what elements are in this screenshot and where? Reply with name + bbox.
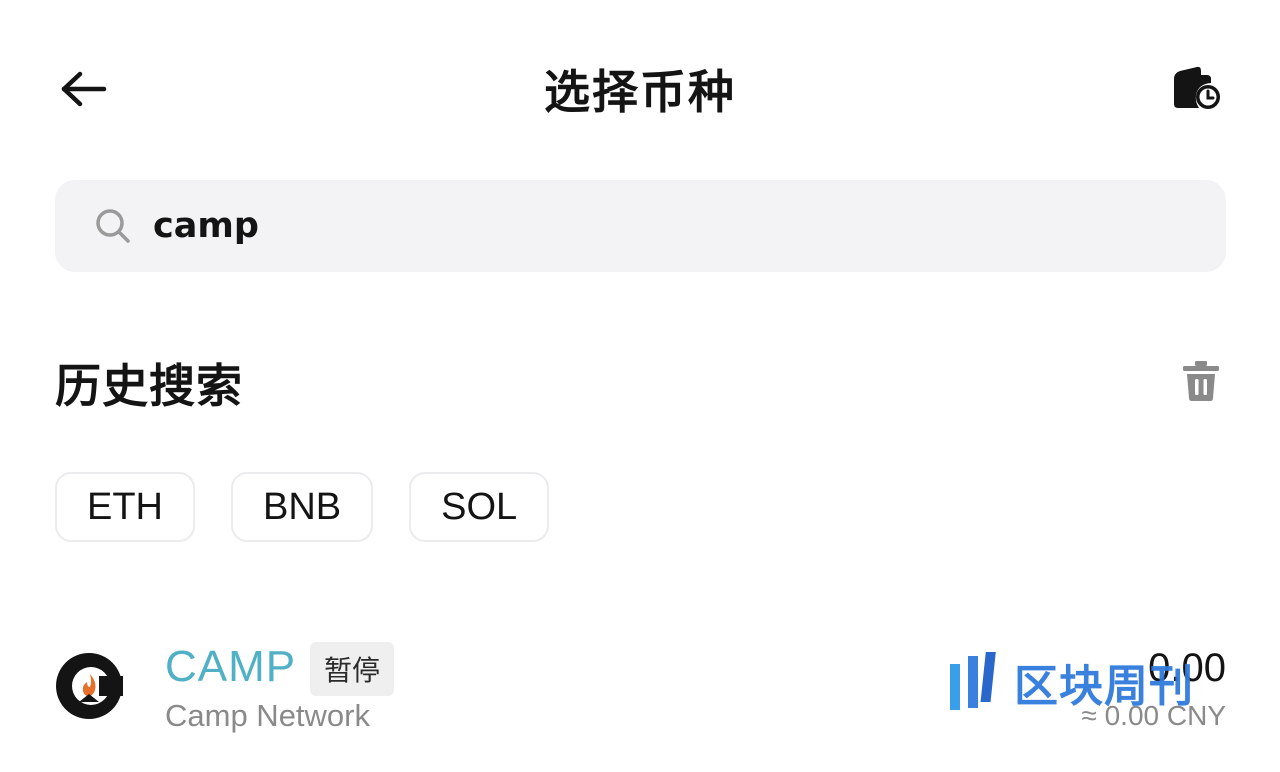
search-input[interactable] <box>153 196 1133 256</box>
history-chip-sol[interactable]: SOL <box>409 472 550 542</box>
wallet-history-button[interactable] <box>1168 62 1224 114</box>
watermark: 区块周刊 <box>948 650 1194 714</box>
history-chip-bnb[interactable]: BNB <box>231 472 374 542</box>
search-bar[interactable] <box>55 180 1226 272</box>
search-icon <box>93 206 133 246</box>
history-section-title: 历史搜索 <box>55 359 243 413</box>
history-chip-eth[interactable]: ETH <box>55 472 195 542</box>
page-title: 选择币种 <box>544 65 736 119</box>
wallet-clock-icon <box>1174 66 1220 109</box>
coin-symbol: CAMP <box>165 642 297 691</box>
history-chips: ETH BNB SOL <box>55 472 550 542</box>
trash-icon <box>1183 361 1219 401</box>
watermark-text: 区块周刊 <box>1014 661 1194 712</box>
coin-name: Camp Network <box>165 698 370 733</box>
coin-select-screen: 选择币种 历史搜索 ETH BNB SOL <box>0 0 1280 772</box>
coin-status-badge: 暂停 <box>310 642 395 696</box>
watermark-logo-icon <box>950 652 996 710</box>
camp-network-logo <box>56 653 123 719</box>
clear-history-button[interactable] <box>1178 358 1224 404</box>
